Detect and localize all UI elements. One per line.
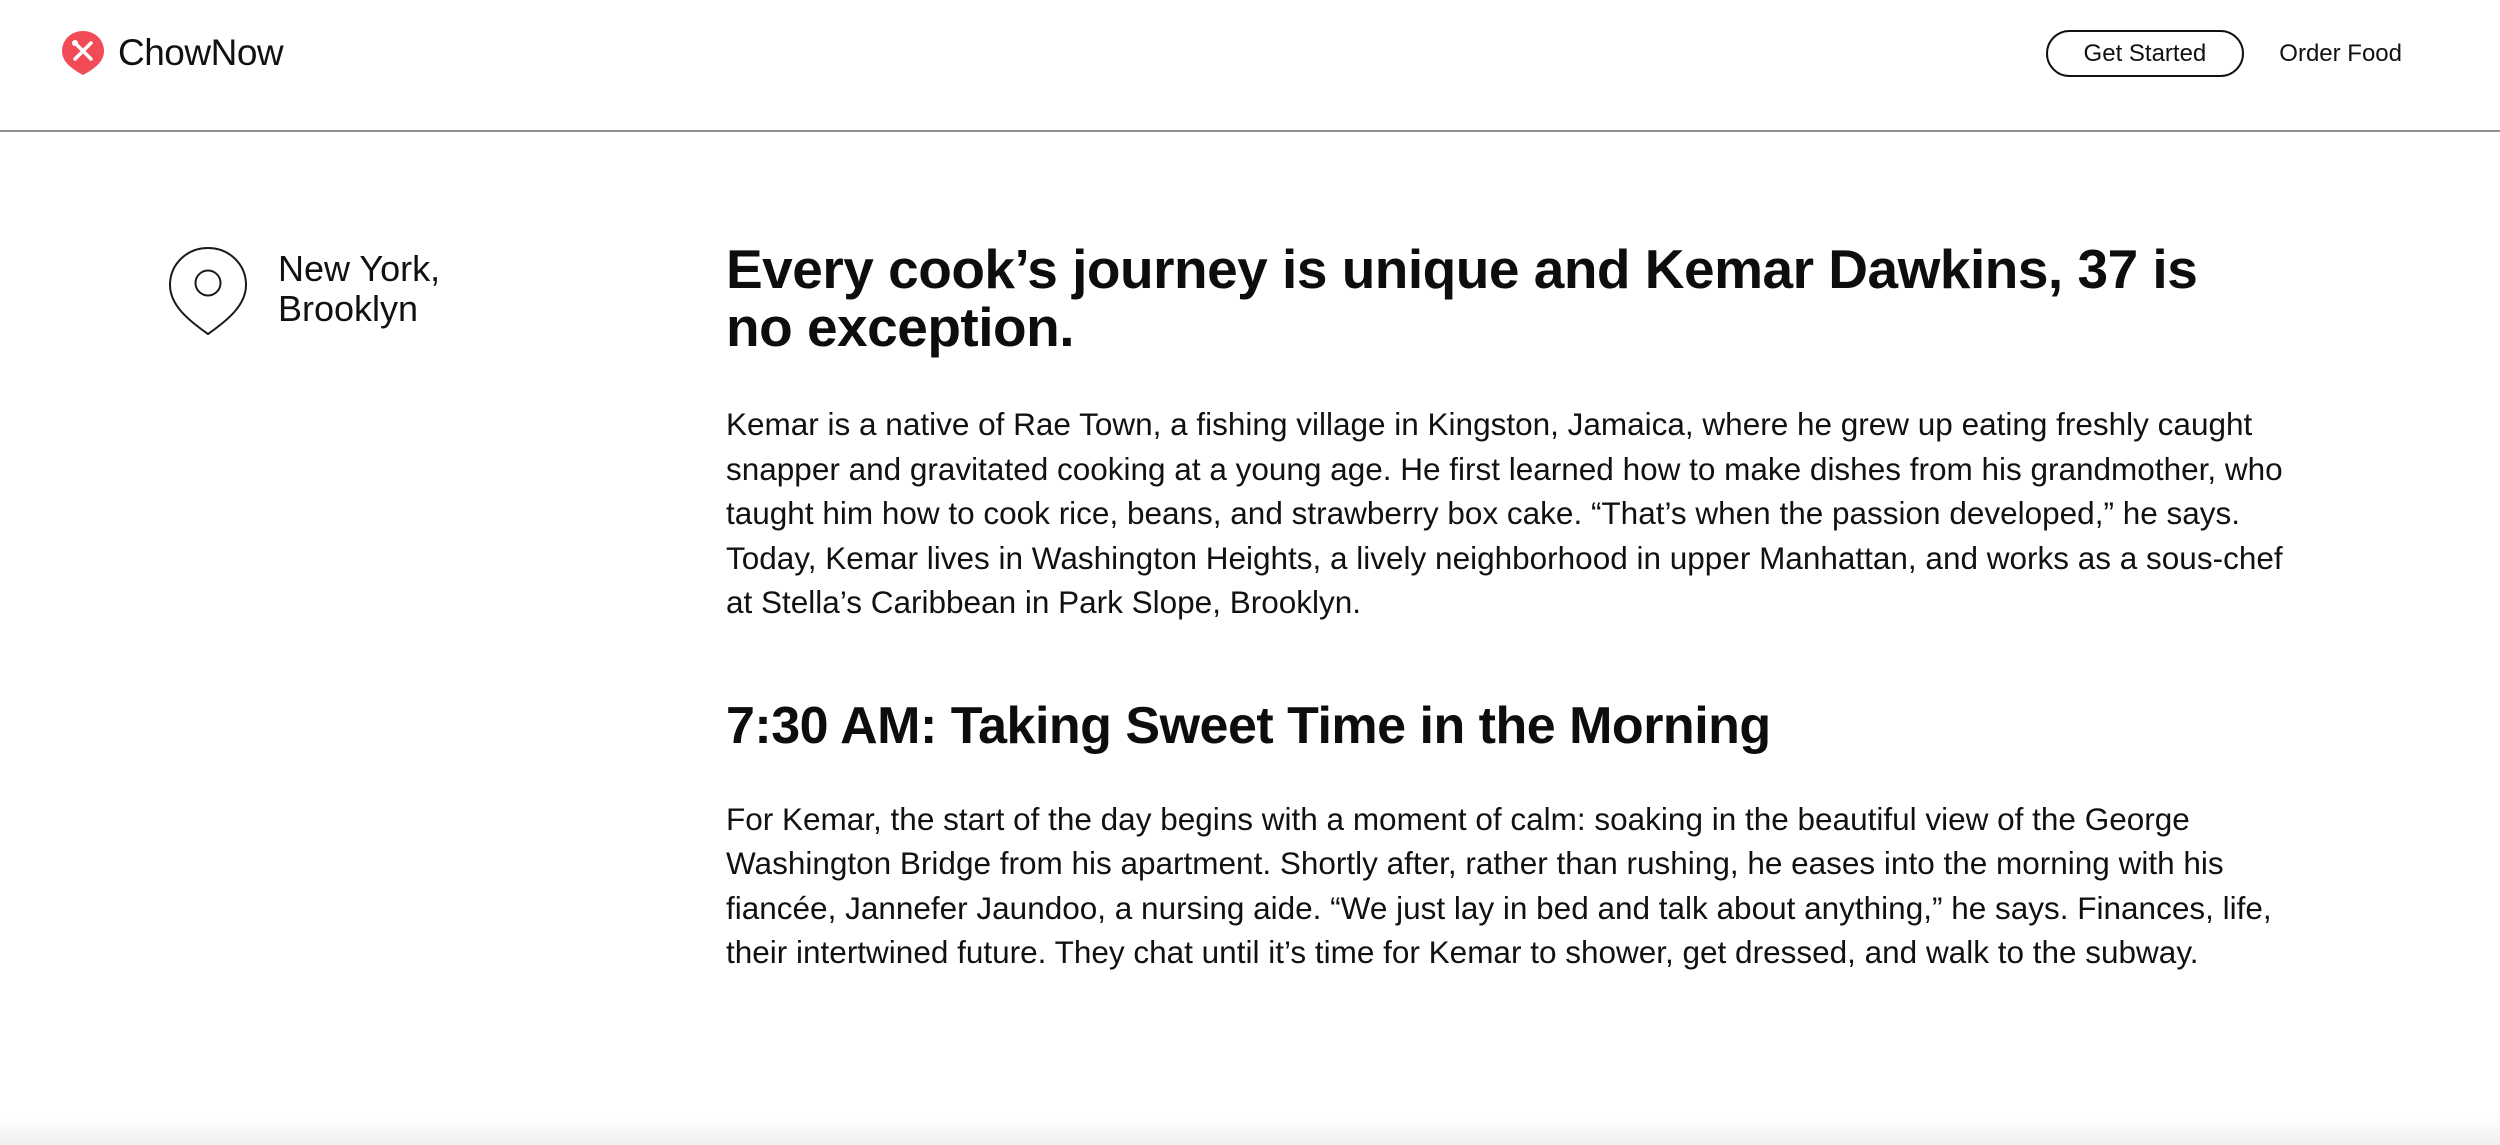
location-label: New York, Brooklyn	[278, 245, 440, 329]
bottom-shadow-divider	[0, 1117, 2500, 1145]
header-nav: Get Started Order Food	[2045, 30, 2402, 77]
order-food-link[interactable]: Order Food	[2279, 40, 2402, 68]
article-intro-paragraph: Kemar is a native of Rae Town, a fishing…	[726, 406, 2283, 620]
top-navigation-bar: ChowNow Get Started Order Food	[0, 0, 2500, 132]
brand-logo-link[interactable]: ChowNow	[60, 28, 284, 78]
section-paragraph: For Kemar, the start of the day begins w…	[726, 800, 2272, 971]
location-city: New York,	[278, 248, 441, 289]
section-heading: 7:30 AM: Taking Sweet Time in the Mornin…	[726, 696, 1771, 755]
location-block: New York, Brooklyn	[166, 245, 440, 337]
brand-name: ChowNow	[118, 32, 284, 73]
get-started-button[interactable]: Get Started	[2045, 30, 2245, 77]
article-headline: Every cook’s journey is unique and Kemar…	[726, 238, 2198, 358]
location-borough: Brooklyn	[278, 288, 419, 329]
article-body: Every cook’s journey is unique and Kemar…	[726, 240, 2286, 975]
page: ChowNow Get Started Order Food New York,…	[0, 0, 2500, 1145]
chownow-logo-icon	[62, 31, 104, 75]
map-pin-icon	[168, 246, 248, 336]
